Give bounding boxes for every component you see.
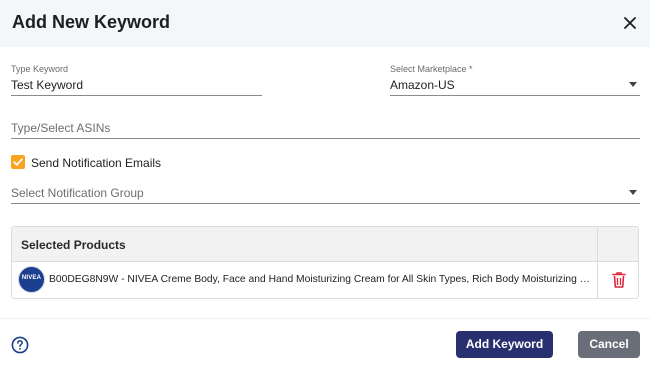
- asin-input[interactable]: Type/Select ASINs: [11, 121, 110, 135]
- help-button[interactable]: [11, 336, 29, 354]
- notification-checkbox[interactable]: [11, 155, 25, 169]
- marketplace-underline: [390, 95, 640, 96]
- checkmark-icon: [13, 158, 23, 166]
- table-header: Selected Products: [12, 227, 638, 262]
- asin-underline: [11, 138, 640, 139]
- table-row: NIVEA B00DEG8N9W - NIVEA Creme Body, Fac…: [12, 262, 638, 298]
- trash-icon: [612, 272, 626, 288]
- dialog-title: Add New Keyword: [12, 12, 171, 32]
- dialog-header: Add New Keyword: [0, 0, 650, 47]
- help-icon: [11, 336, 29, 354]
- cancel-button[interactable]: Cancel: [578, 331, 640, 358]
- marketplace-value[interactable]: Amazon-US: [390, 78, 455, 92]
- chevron-down-icon[interactable]: [629, 82, 637, 87]
- keyword-field-label: Type Keyword: [11, 64, 69, 74]
- table-header-label: Selected Products: [21, 238, 126, 252]
- keyword-underline: [11, 95, 262, 96]
- add-keyword-button[interactable]: Add Keyword: [456, 331, 553, 358]
- selected-products-table: Selected Products NIVEA B00DEG8N9W - NIV…: [11, 226, 639, 299]
- notification-group-underline: [11, 203, 640, 204]
- product-image: NIVEA: [18, 266, 45, 293]
- keyword-input[interactable]: Test Keyword: [11, 78, 83, 92]
- delete-product-button[interactable]: [611, 271, 627, 289]
- notification-group-input[interactable]: Select Notification Group: [11, 186, 144, 200]
- notification-checkbox-label[interactable]: Send Notification Emails: [31, 156, 161, 170]
- footer-divider: [0, 318, 650, 319]
- close-icon: [624, 17, 636, 29]
- product-title: B00DEG8N9W - NIVEA Creme Body, Face and …: [49, 274, 594, 285]
- marketplace-label: Select Marketplace *: [390, 64, 473, 74]
- close-button[interactable]: [620, 13, 640, 33]
- product-image-brand: NIVEA: [21, 275, 42, 281]
- chevron-down-icon[interactable]: [629, 190, 637, 195]
